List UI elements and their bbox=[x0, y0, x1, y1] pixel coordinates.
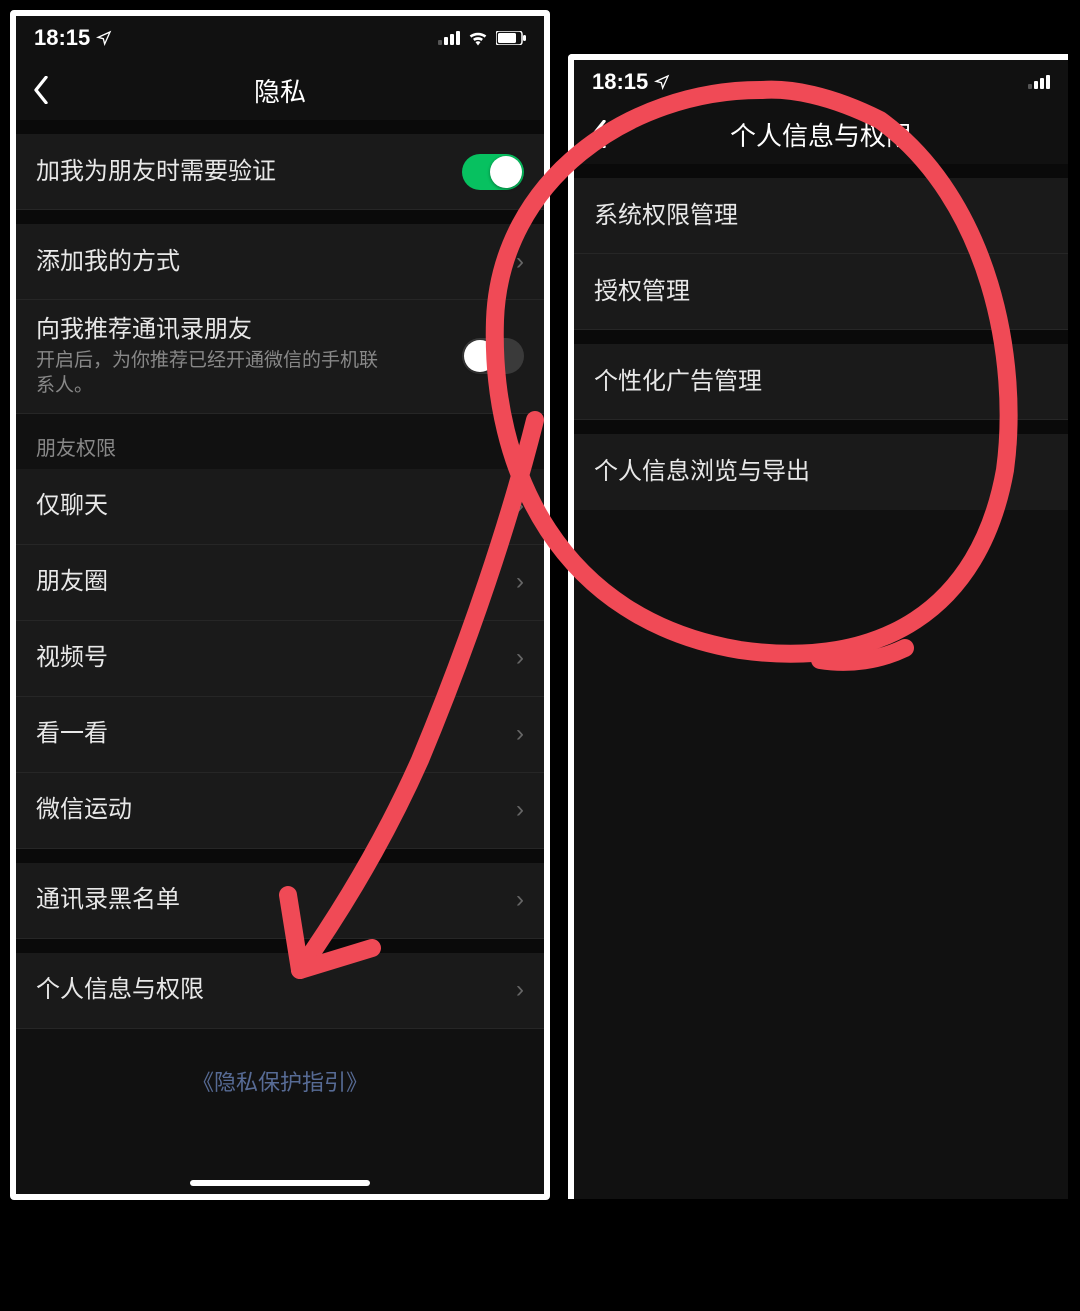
row-label: 个人信息与权限 bbox=[36, 974, 516, 1005]
row-label: 仅聊天 bbox=[36, 490, 516, 521]
section-gap bbox=[16, 120, 544, 134]
page-title: 隐私 bbox=[16, 72, 544, 109]
row-label: 视频号 bbox=[36, 642, 516, 673]
row-chat-only[interactable]: 仅聊天 › bbox=[16, 469, 544, 545]
status-right bbox=[1028, 75, 1050, 89]
row-subtitle: 开启后，为你推荐已经开通微信的手机联系人。 bbox=[36, 349, 462, 398]
page-title: 个人信息与权限 bbox=[574, 116, 1068, 153]
row-personalized-ads[interactable]: 个性化广告管理 bbox=[574, 344, 1068, 420]
row-personal-info-permissions[interactable]: 个人信息与权限 › bbox=[16, 953, 544, 1029]
row-label: 加我为朋友时需要验证 bbox=[36, 156, 462, 187]
section-gap bbox=[574, 420, 1068, 434]
home-indicator[interactable] bbox=[190, 1180, 370, 1186]
row-moments[interactable]: 朋友圈 › bbox=[16, 545, 544, 621]
row-label: 个性化广告管理 bbox=[594, 366, 1048, 397]
toggle-recommend[interactable] bbox=[462, 338, 524, 374]
section-gap bbox=[16, 849, 544, 863]
section-gap bbox=[16, 210, 544, 224]
status-time-group: 18:15 bbox=[592, 69, 670, 95]
status-bar: 18:15 bbox=[16, 16, 544, 60]
row-topstories[interactable]: 看一看 › bbox=[16, 697, 544, 773]
signal-icon bbox=[438, 31, 460, 45]
nav-bar: 个人信息与权限 bbox=[574, 104, 1068, 164]
section-header-friends: 朋友权限 bbox=[16, 414, 544, 469]
location-icon bbox=[654, 74, 670, 90]
chevron-right-icon: › bbox=[516, 720, 524, 748]
nav-bar: 隐私 bbox=[16, 60, 544, 120]
row-channels[interactable]: 视频号 › bbox=[16, 621, 544, 697]
row-system-permissions[interactable]: 系统权限管理 bbox=[574, 178, 1068, 254]
row-wechat-sports[interactable]: 微信运动 › bbox=[16, 773, 544, 849]
wifi-icon bbox=[468, 30, 488, 46]
row-blacklist[interactable]: 通讯录黑名单 › bbox=[16, 863, 544, 939]
row-label: 朋友圈 bbox=[36, 566, 516, 597]
row-label: 微信运动 bbox=[36, 794, 516, 825]
phone-screenshot-personal-info: 18:15 个人信息与权限 系统权限管理 授权管理 个性化广告管理 bbox=[568, 54, 1068, 1199]
row-add-ways[interactable]: 添加我的方式 › bbox=[16, 224, 544, 300]
toggle-verify[interactable] bbox=[462, 154, 524, 190]
row-label: 看一看 bbox=[36, 718, 516, 749]
row-label: 个人信息浏览与导出 bbox=[594, 456, 1048, 487]
status-right bbox=[438, 30, 526, 46]
back-button[interactable] bbox=[574, 104, 624, 164]
battery-icon bbox=[496, 31, 526, 45]
chevron-right-icon: › bbox=[516, 644, 524, 672]
chevron-right-icon: › bbox=[516, 976, 524, 1004]
row-recommend-contacts[interactable]: 向我推荐通讯录朋友 开启后，为你推荐已经开通微信的手机联系人。 bbox=[16, 300, 544, 414]
row-label: 授权管理 bbox=[594, 276, 1048, 307]
settings-list: 加我为朋友时需要验证 添加我的方式 › 向我推荐通讯录朋友 开启后，为你推荐已经… bbox=[16, 120, 544, 1117]
row-label: 通讯录黑名单 bbox=[36, 884, 516, 915]
location-icon bbox=[96, 30, 112, 46]
row-personal-data-export[interactable]: 个人信息浏览与导出 bbox=[574, 434, 1068, 510]
signal-icon bbox=[1028, 75, 1050, 89]
settings-list: 系统权限管理 授权管理 个性化广告管理 个人信息浏览与导出 bbox=[574, 164, 1068, 510]
chevron-right-icon: › bbox=[516, 492, 524, 520]
status-bar: 18:15 bbox=[574, 60, 1068, 104]
phone-screenshot-privacy: 18:15 隐私 加我为朋友时需要验证 bbox=[10, 10, 550, 1200]
chevron-right-icon: › bbox=[516, 886, 524, 914]
section-gap bbox=[574, 164, 1068, 178]
status-time: 18:15 bbox=[34, 25, 90, 51]
section-gap bbox=[574, 330, 1068, 344]
section-gap bbox=[16, 939, 544, 953]
back-button[interactable] bbox=[16, 60, 66, 120]
chevron-right-icon: › bbox=[516, 248, 524, 276]
row-verify-add-friend[interactable]: 加我为朋友时需要验证 bbox=[16, 134, 544, 210]
row-label: 系统权限管理 bbox=[594, 200, 1048, 231]
row-label: 向我推荐通讯录朋友 bbox=[36, 314, 462, 345]
chevron-right-icon: › bbox=[516, 568, 524, 596]
status-time: 18:15 bbox=[592, 69, 648, 95]
chevron-right-icon: › bbox=[516, 796, 524, 824]
privacy-guide-link[interactable]: 《隐私保护指引》 bbox=[16, 1029, 544, 1117]
row-label: 添加我的方式 bbox=[36, 246, 516, 277]
status-time-group: 18:15 bbox=[34, 25, 112, 51]
row-auth-management[interactable]: 授权管理 bbox=[574, 254, 1068, 330]
